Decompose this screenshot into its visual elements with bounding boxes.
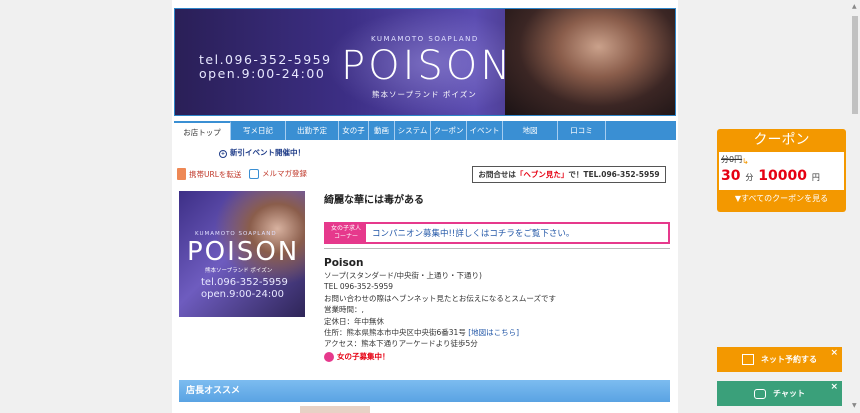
nav-item-event[interactable]: イベント xyxy=(467,121,503,140)
shop-logo: POISON xyxy=(341,43,514,89)
close-icon[interactable]: × xyxy=(830,348,838,358)
circle-plus-icon: + xyxy=(219,150,227,158)
nav-item-top[interactable]: お店トップ xyxy=(174,121,231,140)
inquiry-box: お問合せは「ヘブン見た」で！TEL.096-352-5959 xyxy=(472,166,666,183)
chat-button[interactable]: チャット × xyxy=(717,381,842,406)
header-banner[interactable]: tel.096-352-5959 open.9:00-24:00 KUMAMOT… xyxy=(174,8,676,116)
shop-info: Poison ソープ(スタンダード/中央街・上通り・下通り) TEL 096-3… xyxy=(324,256,556,362)
girls-recruit-label: 女の子募集中！ xyxy=(337,351,390,361)
main-nav: お店トップ 写メ日記 出勤予定 女の子 動画 システム クーポン イベント 地図… xyxy=(174,121,676,140)
map-link[interactable]: [地図はこちら] xyxy=(468,328,519,337)
coupon-widget[interactable]: クーポン 分0円 ↳ 30 分 10000 円 ▼すべてのクーポンを見る xyxy=(717,129,846,212)
thumbnail-contact: tel.096-352-5959 open.9:00-24:00 xyxy=(201,277,288,301)
shop-address: 住所：熊本県熊本市中央区中央街6番31号 xyxy=(324,328,466,338)
nav-item-diary[interactable]: 写メ日記 xyxy=(231,121,286,140)
banner-subtitle: 熊本ソープランド ポイズン xyxy=(372,90,477,99)
scroll-up-icon[interactable]: ▲ xyxy=(852,3,857,10)
shop-name: Poison xyxy=(324,257,364,269)
inquiry-prefix: お問合せは xyxy=(478,170,516,179)
recruit-tag: 女の子求人 コーナー xyxy=(326,224,366,242)
thumbnail-hours: open.9:00-24:00 xyxy=(201,289,285,300)
coupon-minutes-unit: 分 xyxy=(745,173,754,182)
chat-label: チャット xyxy=(773,389,805,398)
divider xyxy=(324,248,670,249)
shop-holiday: 定休日：年中無休 xyxy=(324,316,384,326)
nav-item-blank xyxy=(606,121,676,140)
thumbnail-subtitle: 熊本ソープランド ポイズン xyxy=(205,268,273,274)
calendar-icon xyxy=(742,354,754,365)
phone-icon xyxy=(177,168,186,180)
close-icon[interactable]: × xyxy=(830,382,838,392)
thumbnail-tel: tel.096-352-5959 xyxy=(201,277,288,288)
nav-item-girls[interactable]: 女の子 xyxy=(339,121,369,140)
coupon-new-price: 30 分 10000 円 xyxy=(721,168,820,184)
coupon-price: 10000 xyxy=(758,168,807,184)
nav-item-coupon[interactable]: クーポン xyxy=(431,121,467,140)
shop-category: ソープ(スタンダード/中央街・上通り・下通り) xyxy=(324,271,482,280)
shop-tel: TEL 096-352-5959 xyxy=(324,282,394,292)
coupon-price-unit: 円 xyxy=(811,173,820,182)
nav-item-video[interactable]: 動画 xyxy=(369,121,395,140)
recruit-message: コンパニオン募集中!!詳しくはコチラをご覧下さい。 xyxy=(372,229,575,239)
nav-item-reviews[interactable]: 口コミ xyxy=(558,121,606,140)
net-reserve-button[interactable]: ネット予約する × xyxy=(717,347,842,372)
scroll-down-icon[interactable]: ▼ xyxy=(852,402,857,409)
girls-recruit-link[interactable]: 女の子募集中！ xyxy=(324,351,556,362)
coupon-minutes: 30 xyxy=(721,168,741,184)
recruit-banner[interactable]: 女の子求人 コーナー コンパニオン募集中!!詳しくはコチラをご覧下さい。 xyxy=(324,222,670,244)
event-link-label: 新引イベント開催中！ xyxy=(230,148,305,157)
girl-icon xyxy=(324,351,334,362)
page-scrollbar[interactable]: ▲ ▼ xyxy=(850,0,860,413)
nav-item-map[interactable]: 地図 xyxy=(503,121,558,140)
coupon-all-link[interactable]: ▼すべてのクーポンを見る xyxy=(717,193,846,204)
banner-tel: tel.096-352-5959 xyxy=(199,52,332,67)
shop-address-line: 住所：熊本県熊本市中央区中央街6番31号 [地図はこちら] xyxy=(324,327,556,338)
banner-model-image xyxy=(505,9,675,115)
staff-recommend-image[interactable] xyxy=(300,406,370,413)
edit-icon xyxy=(249,168,259,179)
recruit-tag-line1: 女の子求人 xyxy=(330,225,361,232)
mobile-url-link[interactable]: 携帯URLを転送 xyxy=(177,168,241,180)
banner-hours: open.9:00-24:00 xyxy=(199,66,326,81)
inquiry-highlight: 「ヘブン見た」 xyxy=(515,170,569,179)
event-link[interactable]: + 新引イベント開催中！ xyxy=(219,147,305,158)
chat-icon xyxy=(754,388,767,399)
shop-catchphrase: 綺麗な華には毒がある xyxy=(324,195,424,206)
nav-item-schedule[interactable]: 出勤予定 xyxy=(286,121,339,140)
recruit-tag-line2: コーナー xyxy=(333,233,358,240)
coupon-detail: 分0円 ↳ 30 分 10000 円 xyxy=(719,152,844,190)
staff-recommend-header: 店長オススメ xyxy=(179,380,670,402)
arrow-down-icon: ↳ xyxy=(742,157,749,166)
scrollbar-thumb[interactable] xyxy=(852,16,858,114)
nav-item-system[interactable]: システム xyxy=(395,121,431,140)
shop-thumbnail[interactable]: KUMAMOTO SOAPLAND POISON 熊本ソープランド ポイズン t… xyxy=(179,191,305,317)
coupon-title: クーポン xyxy=(753,132,810,148)
coupon-old-price: 分0円 xyxy=(721,155,743,164)
shop-access: アクセス：熊本下通りアーケードより徒歩5分 xyxy=(324,339,478,349)
mobile-url-label: 携帯URLを転送 xyxy=(189,169,242,179)
thumbnail-logo: POISON xyxy=(187,237,300,267)
shop-hours: 営業時間：, xyxy=(324,305,364,315)
shop-note: お問い合わせの際はヘブンネット見たとお伝えになるとスムーズです xyxy=(324,293,556,303)
banner-contact: tel.096-352-5959 open.9:00-24:00 xyxy=(199,53,332,81)
inquiry-suffix: で！TEL.096-352-5959 xyxy=(568,170,660,179)
banner-kumamoto-label: KUMAMOTO SOAPLAND xyxy=(371,35,479,43)
mail-magazine-label: メルマガ登録 xyxy=(262,169,307,178)
mail-magazine-link[interactable]: メルマガ登録 xyxy=(249,168,307,179)
net-reserve-label: ネット予約する xyxy=(761,355,817,364)
